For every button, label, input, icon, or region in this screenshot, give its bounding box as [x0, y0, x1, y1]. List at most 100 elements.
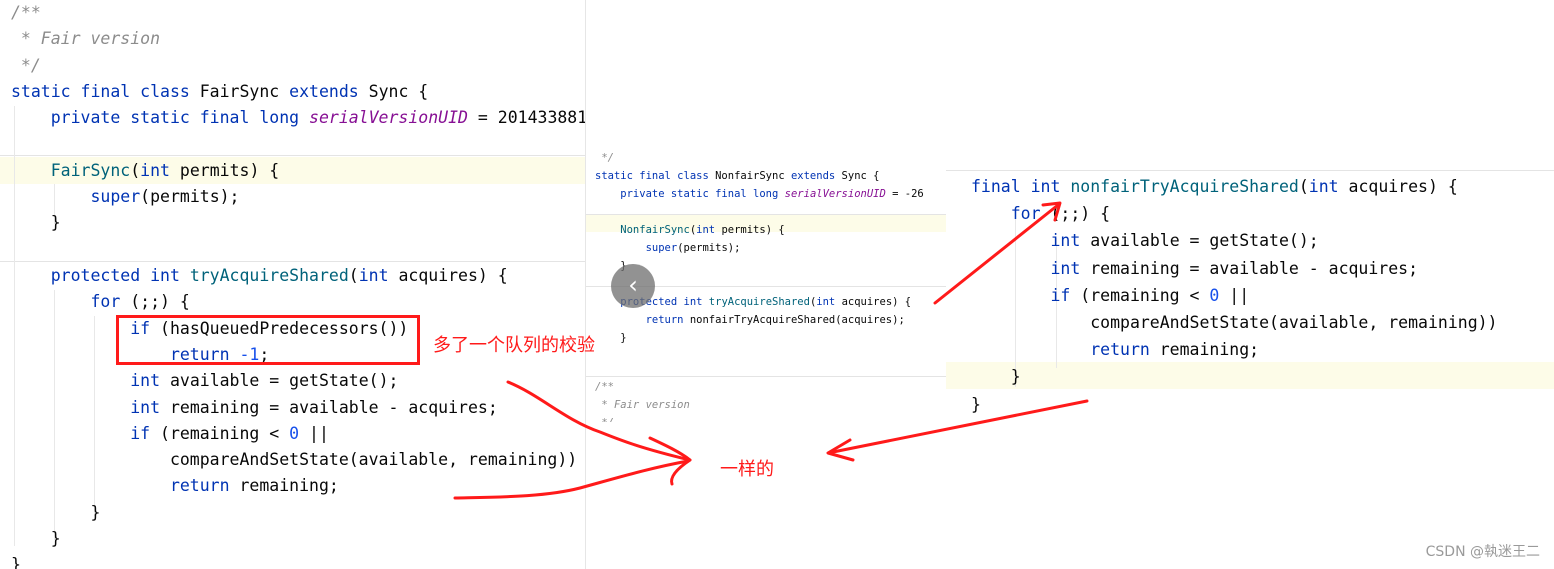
- code-token: }: [595, 332, 627, 344]
- prev-image-button[interactable]: ‹: [611, 264, 655, 308]
- code-token: }: [971, 367, 1021, 387]
- code-token: ||: [299, 423, 329, 443]
- code-line: int remaining = available - acquires;: [11, 395, 498, 421]
- code-line: final int nonfairTryAcquireShared(int ac…: [971, 173, 1458, 200]
- code-token: tryAcquireShared: [708, 296, 810, 308]
- code-token: */: [11, 55, 41, 75]
- code-token: (permits);: [677, 242, 741, 254]
- code-line: int available = getState();: [11, 368, 398, 394]
- code-token: 0: [1209, 285, 1220, 305]
- code-token: int: [816, 296, 842, 308]
- code-token: }: [11, 529, 61, 548]
- code-token: */: [595, 417, 614, 422]
- code-line: */: [595, 152, 614, 167]
- code-token: private static final long: [595, 188, 785, 200]
- code-token: nonfairTryAcquireShared(acquires);: [689, 314, 905, 326]
- code-token: protected int: [11, 266, 190, 285]
- code-line: super(permits);: [11, 184, 239, 210]
- code-line: static final class FairSync extends Sync…: [11, 79, 428, 105]
- code-token: (remaining <: [1080, 285, 1210, 305]
- code-token: static final class: [595, 170, 716, 182]
- squiggle-arrow-mid: [648, 436, 692, 486]
- code-line: /**: [595, 378, 614, 396]
- code-token: int: [1308, 177, 1349, 196]
- code-token: }: [11, 213, 61, 233]
- code-token: int: [11, 371, 170, 391]
- code-line: private static final long serialVersionU…: [11, 105, 585, 131]
- code-token: }: [11, 502, 101, 522]
- code-token: Sync {: [841, 170, 880, 182]
- code-line: return remaining;: [971, 336, 1259, 363]
- code-token: }: [11, 555, 21, 569]
- code-token: remaining = available - acquires;: [169, 397, 498, 417]
- csdn-watermark: CSDN @執迷王二: [1425, 544, 1540, 560]
- code-line: protected int tryAcquireShared(int acqui…: [11, 263, 508, 289]
- code-token: FairSync: [199, 81, 290, 101]
- code-line: }: [971, 363, 1021, 390]
- code-token: */: [595, 152, 614, 164]
- code-token: protected int: [595, 296, 709, 308]
- code-line: FairSync(int permits) {: [11, 158, 280, 184]
- code-token: serialVersionUID: [784, 188, 886, 200]
- code-line: /**: [11, 0, 41, 26]
- code-token: 0: [289, 423, 300, 443]
- code-token: (: [348, 266, 359, 285]
- code-token: int: [140, 160, 180, 180]
- code-line: for (;;) {: [971, 200, 1110, 227]
- code-token: int: [971, 258, 1091, 278]
- code-line: return remaining;: [11, 473, 339, 499]
- code-token: extends: [790, 170, 842, 182]
- code-line: }: [11, 210, 61, 236]
- code-line: }: [11, 552, 21, 569]
- class-separator: [586, 376, 946, 377]
- code-token: * Fair version: [595, 399, 690, 411]
- code-token: final int: [971, 177, 1071, 196]
- method-separator: [0, 155, 585, 156]
- code-token: nonfairTryAcquireShared: [1070, 177, 1299, 196]
- code-line: */: [11, 53, 41, 79]
- code-token: compareAndSetState(available, remaining)…: [11, 450, 578, 470]
- code-token: = -26: [885, 188, 924, 200]
- code-token: NonfairSync: [595, 224, 690, 236]
- code-token: (: [130, 160, 141, 180]
- code-token: extends: [289, 81, 369, 101]
- code-token: if: [971, 285, 1081, 305]
- code-token: (: [1298, 177, 1309, 196]
- code-token: ||: [1219, 285, 1250, 305]
- code-token: * Fair version: [11, 29, 161, 49]
- code-token: acquires) {: [841, 296, 912, 308]
- code-token: /**: [11, 3, 41, 22]
- code-token: NonfairSync: [715, 170, 791, 182]
- code-token: static final class: [11, 81, 200, 101]
- code-line: }: [11, 526, 61, 552]
- panel-top-border: [946, 170, 1554, 171]
- code-token: available = getState();: [1090, 231, 1319, 251]
- arrow-head-same: [826, 438, 855, 462]
- code-token: private static final long: [11, 108, 310, 128]
- code-token: /**: [595, 381, 614, 393]
- code-token: return: [971, 340, 1160, 360]
- code-token: serialVersionUID: [309, 108, 468, 128]
- code-line: }: [11, 500, 100, 526]
- code-line: */: [595, 414, 614, 422]
- code-line: int remaining = available - acquires;: [971, 255, 1418, 282]
- code-token: int: [358, 266, 399, 285]
- code-line: compareAndSetState(available, remaining)…: [971, 309, 1497, 336]
- same-annotation: 一样的: [720, 459, 774, 480]
- code-line: int available = getState();: [971, 227, 1319, 254]
- code-token: acquires) {: [398, 266, 508, 285]
- code-line: static final class NonfairSync extends S…: [595, 167, 879, 185]
- method-separator: [586, 214, 946, 215]
- code-token: (;;) {: [1050, 204, 1111, 224]
- code-token: permits) {: [721, 224, 785, 236]
- code-token: super: [90, 187, 141, 207]
- code-token: = 2014338818: [467, 108, 585, 128]
- code-token: FairSync: [11, 160, 131, 180]
- code-token: remaining;: [239, 476, 339, 496]
- code-token: (;;) {: [130, 292, 190, 312]
- code-token: for: [971, 204, 1051, 224]
- code-token: super: [645, 242, 678, 254]
- code-token: return: [595, 314, 690, 326]
